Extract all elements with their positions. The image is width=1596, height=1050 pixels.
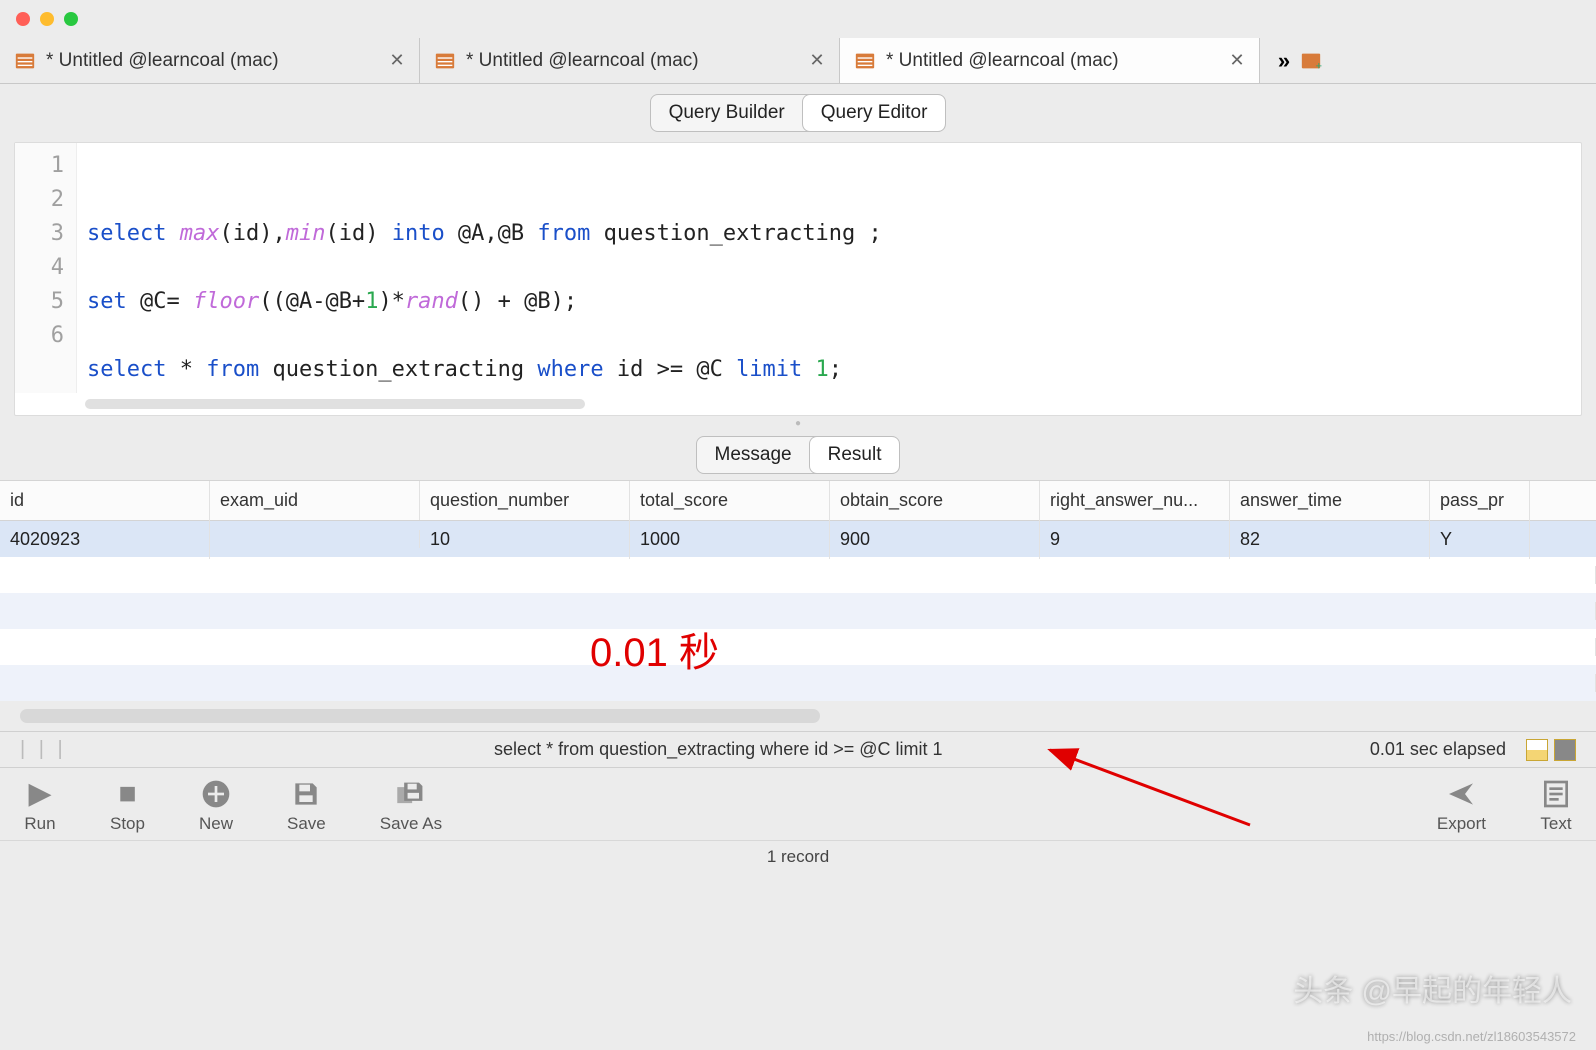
column-right-answer[interactable]: right_answer_nu...	[1040, 481, 1230, 520]
tab-label: * Untitled @learncoal (mac)	[46, 50, 279, 72]
cell-id[interactable]: 4020923	[0, 520, 210, 559]
watermark-url: https://blog.csdn.net/zl18603543572	[1367, 1029, 1576, 1044]
query-tab-icon	[434, 50, 456, 72]
mode-segmented-control: Query Builder Query Editor	[650, 94, 947, 132]
result-header: id exam_uid question_number total_score …	[0, 480, 1596, 521]
cell-question-number[interactable]: 10	[420, 520, 630, 559]
stop-icon: ■	[111, 778, 143, 810]
statusbar: | | | select * from question_extracting …	[0, 731, 1596, 767]
plus-circle-icon	[200, 778, 232, 810]
new-query-icon[interactable]: +	[1300, 50, 1322, 72]
play-icon: ▶	[24, 778, 56, 810]
grid-view-icon[interactable]	[1526, 739, 1548, 761]
toolbar: ▶ Run ■ Stop New Save Save As Export Tex…	[0, 767, 1596, 840]
close-icon[interactable]: ✕	[809, 53, 825, 69]
save-button[interactable]: Save	[287, 778, 326, 834]
maximize-window-button[interactable]	[64, 12, 78, 26]
position-ticks: | | |	[20, 738, 67, 761]
titlebar	[0, 0, 1596, 38]
cell-total-score[interactable]: 1000	[630, 520, 830, 559]
result-segmented-control: Message Result	[696, 436, 901, 474]
tabbar: * Untitled @learncoal (mac) ✕ * Untitled…	[0, 38, 1596, 84]
editor-scrollbar[interactable]	[85, 399, 585, 409]
tab-2[interactable]: * Untitled @learncoal (mac) ✕	[840, 38, 1260, 83]
column-answer-time[interactable]: answer_time	[1230, 481, 1430, 520]
run-button[interactable]: ▶ Run	[24, 778, 56, 834]
code-area[interactable]: select max(id),min(id) into @A,@B from q…	[77, 143, 1581, 393]
tab-overflow[interactable]: » +	[1260, 38, 1340, 83]
query-builder-button[interactable]: Query Builder	[651, 95, 803, 131]
result-scrollbar[interactable]	[20, 709, 820, 723]
text-icon	[1540, 778, 1572, 810]
minimize-window-button[interactable]	[40, 12, 54, 26]
tab-label: * Untitled @learncoal (mac)	[466, 50, 699, 72]
save-as-button[interactable]: Save As	[380, 778, 442, 834]
column-pass-pr[interactable]: pass_pr	[1430, 481, 1530, 520]
cell-exam-uid[interactable]	[210, 530, 420, 548]
export-button[interactable]: Export	[1437, 778, 1486, 834]
column-question-number[interactable]: question_number	[420, 481, 630, 520]
table-row	[0, 557, 1596, 593]
query-tab-icon	[14, 50, 36, 72]
export-icon	[1445, 778, 1477, 810]
line-gutter: 123456	[15, 143, 77, 393]
column-id[interactable]: id	[0, 481, 210, 520]
status-query: select * from question_extracting where …	[87, 739, 1350, 760]
stop-button[interactable]: ■ Stop	[110, 778, 145, 834]
footer-record-count: 1 record	[0, 840, 1596, 873]
svg-text:+: +	[1316, 60, 1322, 72]
overflow-icon: »	[1278, 48, 1290, 74]
cell-answer-time[interactable]: 82	[1230, 520, 1430, 559]
tab-label: * Untitled @learncoal (mac)	[886, 50, 1119, 72]
table-row	[0, 665, 1596, 701]
text-button[interactable]: Text	[1540, 778, 1572, 834]
cell-pass-pr[interactable]: Y	[1430, 520, 1530, 559]
result-toggle-bar: Message Result	[0, 430, 1596, 480]
save-as-icon	[395, 778, 427, 810]
status-elapsed: 0.01 sec elapsed	[1370, 739, 1506, 760]
close-window-button[interactable]	[16, 12, 30, 26]
message-button[interactable]: Message	[697, 437, 810, 473]
query-tab-icon	[854, 50, 876, 72]
table-row[interactable]: 4020923 10 1000 900 9 82 Y	[0, 521, 1596, 557]
result-button[interactable]: Result	[810, 437, 900, 473]
splitter[interactable]: ●	[0, 416, 1596, 430]
sql-editor[interactable]: 123456 select max(id),min(id) into @A,@B…	[15, 143, 1581, 393]
column-obtain-score[interactable]: obtain_score	[830, 481, 1040, 520]
close-icon[interactable]: ✕	[1229, 53, 1245, 69]
close-icon[interactable]: ✕	[389, 53, 405, 69]
watermark: 头条 @早起的年轻人	[1293, 966, 1572, 1010]
new-button[interactable]: New	[199, 778, 233, 834]
tab-0[interactable]: * Untitled @learncoal (mac) ✕	[0, 38, 420, 83]
column-exam-uid[interactable]: exam_uid	[210, 481, 420, 520]
tab-1[interactable]: * Untitled @learncoal (mac) ✕	[420, 38, 840, 83]
table-row	[0, 593, 1596, 629]
column-total-score[interactable]: total_score	[630, 481, 830, 520]
detail-view-icon[interactable]	[1554, 739, 1576, 761]
editor-panel: 123456 select max(id),min(id) into @A,@B…	[14, 142, 1582, 416]
result-grid[interactable]: 4020923 10 1000 900 9 82 Y	[0, 521, 1596, 701]
table-row	[0, 629, 1596, 665]
query-editor-button[interactable]: Query Editor	[803, 95, 946, 131]
mode-toggle-bar: Query Builder Query Editor	[0, 84, 1596, 142]
cell-right-answer[interactable]: 9	[1040, 520, 1230, 559]
cell-obtain-score[interactable]: 900	[830, 520, 1040, 559]
save-icon	[290, 778, 322, 810]
